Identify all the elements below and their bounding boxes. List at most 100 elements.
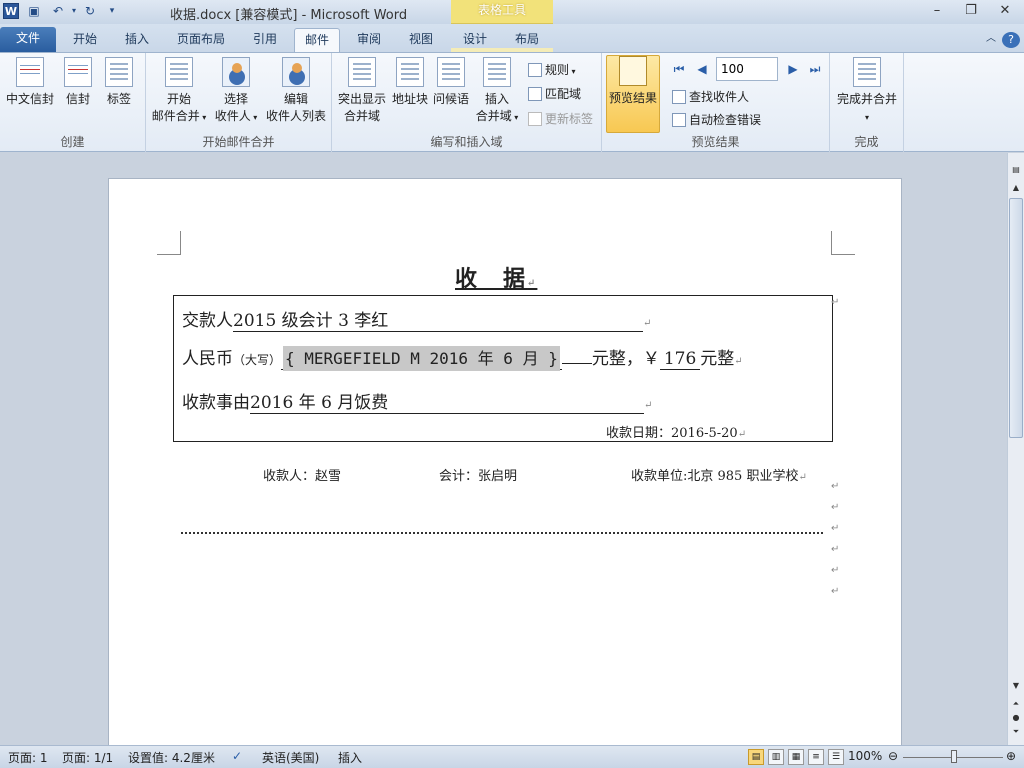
labels-icon [105,57,133,87]
tab-references[interactable]: 引用 [242,28,288,52]
tab-mailings[interactable]: 邮件 [294,28,340,52]
scrollbar-thumb[interactable] [1009,198,1023,438]
reason-row: 收款事由 2016 年 6 月饭费 ↵ [182,388,652,414]
ruler-toggle-icon[interactable]: ▤ [1008,163,1024,177]
reason-label: 收款事由 [182,393,250,413]
status-language[interactable]: 英语(美国) [262,749,319,766]
browse-object-icon[interactable]: ● [1008,711,1024,725]
ribbon-tab-row: 文件 开始 插入 页面布局 引用 邮件 审阅 视图 设计 布局 ︿ ? [0,24,1024,76]
amount-value: 176 [659,349,701,370]
tab-home[interactable]: 开始 [62,28,108,52]
tab-insert[interactable]: 插入 [114,28,160,52]
finish-merge-label: 完成并合并 [836,92,897,106]
greeting-line-label: 问候语 [432,92,469,106]
edit-recipient-list-label-1: 编辑 [283,92,308,106]
customize-quick-access-icon[interactable]: ▾ [104,3,120,19]
start-mail-merge-icon [165,57,193,87]
draft-view-icon[interactable]: ☰ [828,749,844,765]
find-recipient-button[interactable]: 查找收件人 [672,88,749,105]
ribbon-mailings: 中文信封 信封 标签 创建 开始 邮件合并 ▾ 选择 收件人 ▾ 编辑 收件人列… [0,52,1024,152]
tab-design[interactable]: 设计 [452,28,498,52]
envelope-icon [64,57,92,87]
undo-icon[interactable]: ↶ [50,3,66,19]
rules-button[interactable]: 规则 ▾ [528,61,576,78]
group-start-mail-merge-label: 开始邮件合并 [202,135,275,149]
proofing-icon[interactable]: ✓ [232,749,242,763]
reason-value: 2016 年 6 月饭费 [250,388,644,414]
document-page[interactable]: 收 据↵ 交款人 2015 级会计 3 李红 ↵ 人民币（大写）{ MERGEFI… [108,178,902,758]
group-create: 中文信封 信封 标签 创建 [0,53,146,152]
labels-button[interactable]: 标签 [100,57,138,108]
margin-corner-top-right [831,231,855,255]
first-record-icon[interactable]: ⏮ [672,61,686,77]
paragraph-mark: ↵ [831,565,840,576]
tab-page-layout[interactable]: 页面布局 [166,28,236,52]
minimize-ribbon-icon[interactable]: ︿ [982,28,1000,52]
help-icon[interactable]: ? [1002,32,1020,48]
preview-results-button[interactable]: 预览结果 [606,55,660,133]
tab-file[interactable]: 文件 [0,27,56,52]
greeting-line-icon [437,57,465,87]
address-block-button[interactable]: 地址块 [390,57,430,108]
zoom-in-icon[interactable]: ⊕ [1006,749,1016,763]
redo-icon[interactable]: ↻ [82,3,98,19]
highlight-merge-fields-button[interactable]: 突出显示 合并域 [336,57,388,125]
insert-merge-field-label-2: 合并域 [475,109,512,123]
previous-record-icon[interactable]: ◀ [695,61,709,77]
greeting-line-button[interactable]: 问候语 [432,57,470,108]
auto-check-errors-button[interactable]: 自动检查错误 [672,111,761,128]
accountant: 会计：张启明 [439,469,518,484]
update-labels-button[interactable]: 更新标签 [528,110,593,127]
full-screen-reading-icon[interactable]: ▥ [768,749,784,765]
record-number-input[interactable] [716,57,778,81]
last-record-icon[interactable]: ⏭ [808,61,822,77]
print-layout-view-icon[interactable]: ▤ [748,749,764,765]
start-mail-merge-button[interactable]: 开始 邮件合并 ▾ [150,57,208,126]
chinese-envelope-button[interactable]: 中文信封 [4,57,56,108]
envelope-button[interactable]: 信封 [60,57,96,108]
payer-row: 交款人 2015 级会计 3 李红 ↵ [182,306,651,332]
yuan-label-2: 元整 [700,349,735,369]
minimize-button[interactable]: – [924,3,950,21]
scroll-up-icon[interactable]: ▲ [1008,181,1024,195]
insert-merge-field-button[interactable]: 插入 合并域 ▾ [472,57,522,126]
select-recipients-label-2: 收件人 [214,109,251,123]
tab-layout[interactable]: 布局 [504,28,550,52]
status-setting[interactable]: 设置值: 4.2厘米 [128,749,215,766]
scroll-down-icon[interactable]: ▼ [1008,679,1024,693]
match-fields-button[interactable]: 匹配域 [528,85,581,102]
undo-dropdown-icon[interactable]: ▾ [66,3,82,19]
next-page-icon[interactable]: ⏷ [1008,725,1024,739]
zoom-level[interactable]: 100% [848,749,882,763]
envelope-label: 信封 [65,92,90,106]
status-pages[interactable]: 页面: 1/1 [62,749,113,766]
receipt-table[interactable]: 交款人 2015 级会计 3 李红 ↵ 人民币（大写）{ MERGEFIELD M… [173,295,833,442]
zoom-slider-thumb[interactable] [951,750,957,763]
tab-view[interactable]: 视图 [398,28,444,52]
update-labels-label: 更新标签 [545,112,594,126]
outline-view-icon[interactable]: ≡ [808,749,824,765]
next-record-icon[interactable]: ▶ [786,61,800,77]
edit-recipient-list-button[interactable]: 编辑 收件人列表 [264,57,328,125]
merge-field[interactable]: { MERGEFIELD M 2016 年 6 月 } [283,346,560,371]
word-logo-icon[interactable]: W [3,3,19,19]
vertical-scrollbar[interactable]: ▤ ▲ ▼ ⏶ ● ⏷ [1007,153,1024,745]
restore-button[interactable]: ❐ [958,3,984,21]
previous-page-icon[interactable]: ⏶ [1008,697,1024,711]
select-recipients-button[interactable]: 选择 收件人 ▾ [210,57,262,126]
payee: 收款人：赵雪 [263,469,342,484]
highlight-merge-fields-icon [348,57,376,87]
status-insert-mode[interactable]: 插入 [338,749,362,766]
tab-review[interactable]: 审阅 [346,28,392,52]
finish-merge-button[interactable]: 完成并合并 ▾ [834,57,900,126]
close-button[interactable]: ✕ [992,3,1018,21]
paragraph-mark: ↵ [831,481,840,492]
zoom-out-icon[interactable]: ⊖ [888,749,898,763]
group-preview-results: 预览结果 ⏮ ◀ ▶ ⏭ 查找收件人 自动检查错误 预览结果 [602,53,830,152]
save-icon[interactable]: ▣ [26,3,42,19]
status-page[interactable]: 页面: 1 [8,749,48,766]
labels-label: 标签 [106,92,131,106]
payer-label: 交款人 [182,311,233,331]
start-mail-merge-label-2: 邮件合并 [151,109,200,123]
web-layout-icon[interactable]: ▦ [788,749,804,765]
